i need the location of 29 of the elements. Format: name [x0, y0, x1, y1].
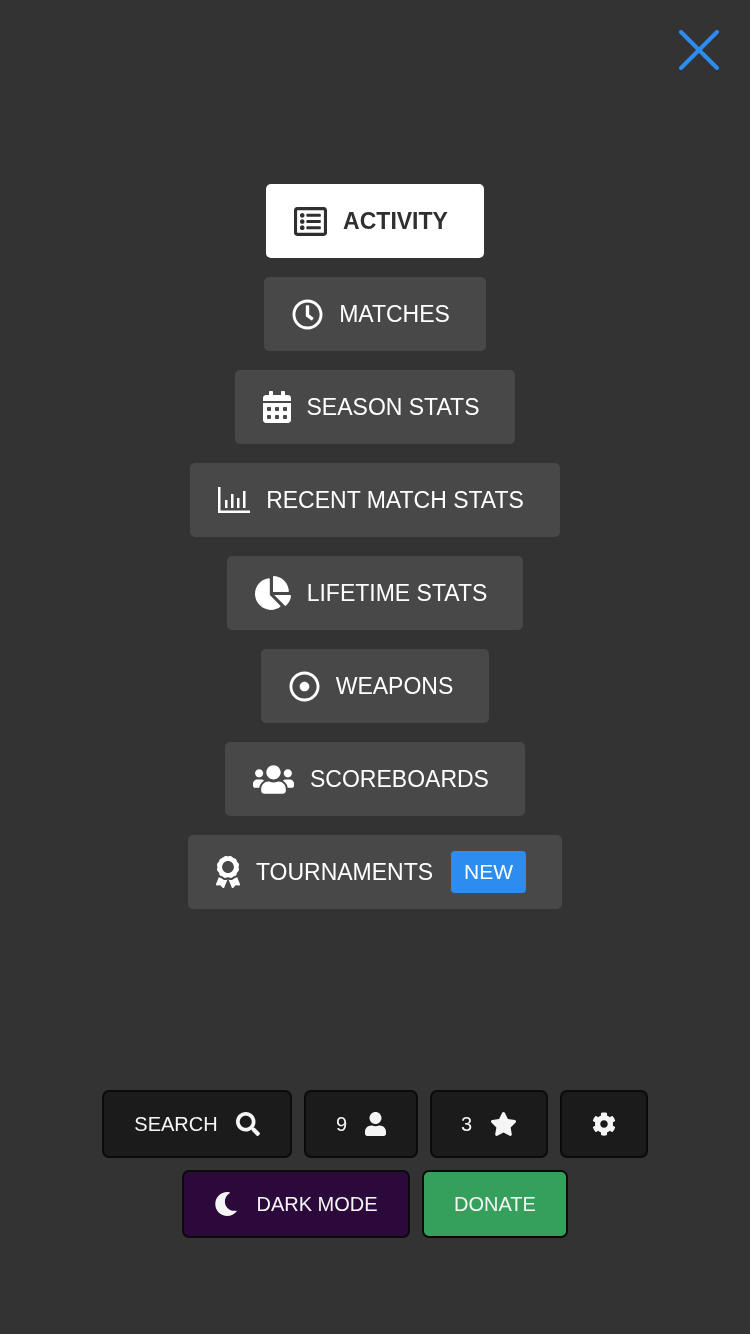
search-button[interactable]: SEARCH	[102, 1090, 292, 1158]
settings-button[interactable]	[560, 1090, 648, 1158]
settings-icon	[592, 1112, 616, 1136]
menu-button[interactable]: SCOREBOARDS	[225, 742, 525, 816]
players-button[interactable]: 9	[304, 1090, 418, 1158]
menu-button[interactable]: WEAPONS	[260, 649, 490, 723]
menu-button[interactable]: ACTIVITY	[266, 184, 484, 258]
moon-icon	[214, 1192, 239, 1216]
menu-button[interactable]: RECENT MATCH STATS	[190, 463, 560, 537]
search-icon	[235, 1112, 260, 1136]
list-icon	[294, 204, 328, 238]
pie-chart-icon	[254, 576, 291, 610]
menu-button[interactable]: LIFETIME STATS	[226, 556, 524, 630]
new-badge: NEW	[451, 851, 527, 893]
close-button[interactable]	[679, 30, 719, 70]
clock-icon	[292, 298, 324, 330]
favorites-button[interactable]: 3	[430, 1090, 548, 1158]
award-icon	[215, 856, 240, 888]
dark-mode-button[interactable]: DARK MODE	[182, 1170, 410, 1238]
bar-chart-icon	[218, 487, 251, 513]
users-icon	[253, 762, 295, 796]
close-icon	[679, 30, 719, 70]
menu-button[interactable]: SEASON STATS	[234, 370, 516, 444]
menu-button[interactable]: TOURNAMENTS NEW	[187, 835, 563, 909]
target-icon	[288, 670, 320, 702]
calendar-icon	[262, 391, 291, 423]
person-icon	[365, 1112, 387, 1136]
menu-button[interactable]: MATCHES	[264, 277, 486, 351]
star-icon	[490, 1112, 518, 1136]
